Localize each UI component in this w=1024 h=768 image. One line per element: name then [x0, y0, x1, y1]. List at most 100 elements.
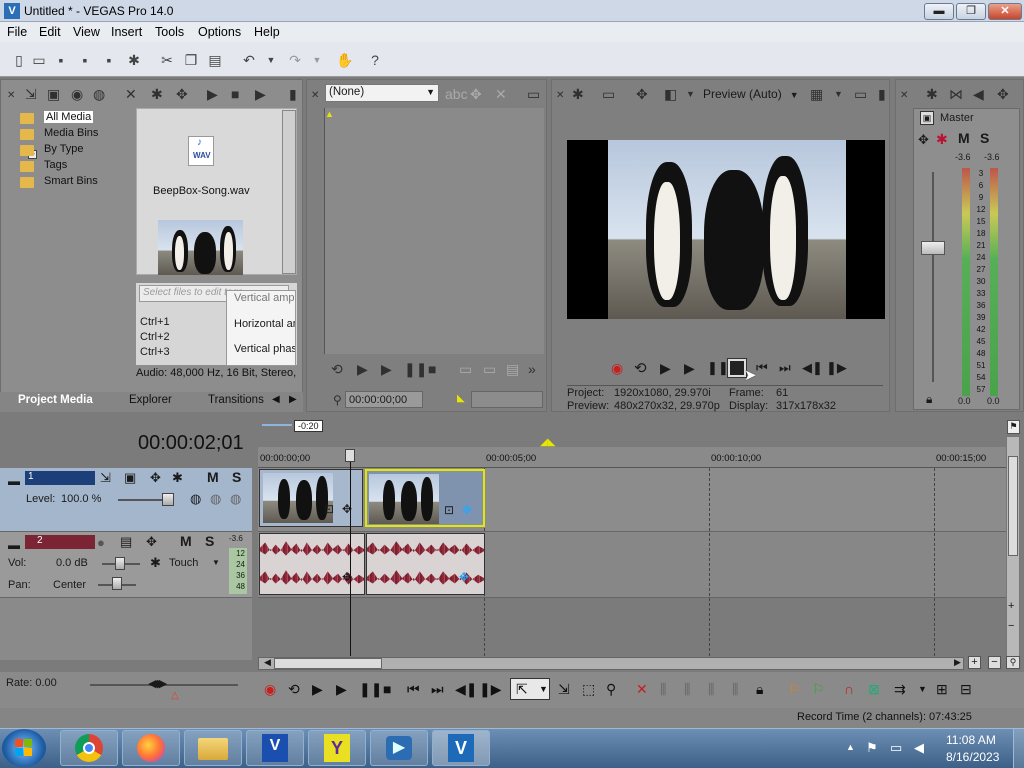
selection-tool-icon[interactable]: ⬚ — [582, 681, 595, 697]
close-preview-icon[interactable]: ✕ — [556, 88, 564, 104]
tree-item-tags[interactable]: Tags — [20, 159, 67, 172]
play-icon[interactable]: ▶ — [684, 360, 695, 377]
trimmer-timecode[interactable]: 00:00:00;00 — [345, 391, 423, 408]
level-slider-handle[interactable] — [162, 493, 174, 506]
pan-slider-handle[interactable] — [112, 577, 122, 590]
zoom-out-vertical-icon[interactable]: − — [1008, 620, 1014, 632]
play-media-icon[interactable]: ▶ — [207, 86, 218, 102]
menu-file[interactable]: File — [7, 25, 27, 39]
volume-muted-icon[interactable]: ◀ — [914, 740, 924, 756]
trimmer-options-icon[interactable]: ▭ — [527, 86, 540, 102]
event-grouping-icon[interactable]: ⊞ — [936, 681, 948, 697]
track-number[interactable]: 1 — [25, 471, 95, 485]
collapse-track-icon[interactable]: ▬ — [8, 538, 20, 552]
master-fader-handle[interactable] — [921, 241, 945, 255]
lock-icon[interactable]: 🔒︎ — [926, 392, 932, 407]
tree-item-smart-bins[interactable]: Smart Bins — [20, 175, 98, 188]
pause-icon[interactable]: ❚❚ — [404, 361, 427, 377]
event-fx-icon[interactable]: ✥ — [462, 503, 472, 517]
scroll-right-icon[interactable]: ▶ — [954, 657, 961, 668]
go-to-start-icon[interactable]: ⏮ — [407, 681, 420, 697]
tab-scroll-left-icon[interactable]: ◀ — [272, 394, 280, 405]
import-media-icon[interactable]: ⇲ — [25, 86, 37, 102]
track-mute-button[interactable]: M — [180, 533, 192, 549]
auto-preview-icon[interactable]: ▶ — [255, 86, 266, 102]
effect-preset[interactable]: Horizontal am — [234, 318, 295, 330]
menu-options[interactable]: Options — [198, 25, 241, 39]
collapse-track-icon[interactable]: ▬ — [8, 474, 20, 488]
rate-slider-handle[interactable]: ◀◆▶ — [148, 677, 167, 690]
track-motion-icon[interactable]: ✥ — [146, 534, 157, 550]
zoom-out-icon[interactable]: − — [988, 656, 1001, 669]
track-motion-icon[interactable]: ⇲ — [100, 470, 111, 486]
video-fx-icon[interactable]: ◧ — [664, 86, 677, 102]
trimmer-media-dropdown[interactable]: (None) ▼ — [325, 84, 439, 102]
mixer-properties-icon[interactable]: ✱ — [926, 86, 938, 102]
trimmer-selection-length[interactable] — [471, 391, 543, 408]
media-properties-icon[interactable]: ✱ — [151, 86, 163, 102]
trim-end-icon[interactable]: ⫼ — [708, 681, 714, 697]
play-from-start-icon[interactable]: ▶ — [312, 681, 323, 697]
audio-clip-2[interactable]: ✥ — [366, 533, 485, 595]
ripple-dropdown-icon[interactable]: ▼ — [918, 681, 927, 697]
close-mixer-icon[interactable]: ✕ — [900, 88, 908, 104]
master-solo-button[interactable]: S — [980, 130, 989, 146]
more-preview-icon[interactable]: ▮ — [878, 86, 886, 102]
preview-quality-dropdown[interactable]: Preview (Auto) ▼ — [703, 87, 799, 101]
tree-item-media-bins[interactable]: Media Bins — [20, 127, 98, 140]
properties-icon[interactable]: ✱ — [125, 51, 143, 69]
child-mode-icon[interactable]: ◍ — [230, 491, 241, 507]
tray-expand-icon[interactable]: ▲ — [846, 742, 855, 752]
horizontal-scroll-thumb[interactable] — [274, 658, 382, 669]
save-as-icon[interactable]: ▪ — [76, 51, 94, 69]
split-screen-icon[interactable]: ✥ — [636, 86, 648, 102]
time-ruler[interactable]: 00:00:00;00 00:00:05;00 00:00:10;00 00:0… — [258, 447, 1006, 468]
event-fx-icon[interactable]: ✥ — [459, 570, 469, 584]
automation-mode[interactable]: Touch — [169, 557, 198, 569]
scroll-left-icon[interactable]: ◀ — [264, 657, 271, 668]
wav-file-icon[interactable]: ♪ WAV — [188, 136, 214, 166]
track-solo-button[interactable]: S — [205, 533, 214, 549]
cut-icon[interactable]: ✂ — [158, 51, 176, 69]
tree-item-by-type[interactable]: By Type — [20, 143, 84, 156]
copy-snapshot-icon[interactable]: ▭ — [854, 86, 867, 102]
loop-region-bar[interactable] — [262, 424, 292, 426]
tool-dropdown-icon[interactable]: ▼ — [539, 681, 548, 697]
loop-icon[interactable]: ⟲ — [331, 361, 343, 377]
downmix-icon[interactable]: ⋈ — [949, 86, 963, 102]
clock-date[interactable]: 8/16/2023 — [946, 750, 999, 764]
vegas-app-icon[interactable]: V — [4, 3, 20, 19]
play-icon[interactable]: ▶ — [336, 681, 347, 697]
close-button[interactable]: ✕ — [988, 3, 1022, 20]
go-to-end-icon[interactable]: ⏭ — [431, 681, 444, 697]
media-scrollbar[interactable] — [282, 110, 296, 274]
go-to-end-icon[interactable]: ⏭ — [779, 360, 791, 376]
stop-media-icon[interactable]: ■ — [231, 86, 239, 102]
playhead-cursor[interactable] — [350, 450, 351, 656]
marker-flag-icon[interactable]: ⚑ — [1007, 420, 1020, 434]
master-properties-icon[interactable]: ✱ — [936, 131, 948, 148]
track-fx-icon[interactable]: ▤ — [120, 534, 132, 550]
maximize-button[interactable]: ❐ — [956, 3, 986, 20]
redo-dropdown-icon[interactable]: ▼ — [308, 51, 326, 69]
save-icon[interactable]: ▪ — [52, 51, 70, 69]
effect-preset[interactable]: Vertical ampli — [234, 292, 295, 304]
master-fx-icon[interactable]: ✥ — [918, 132, 929, 148]
taskbar-yeah[interactable]: Y — [308, 730, 366, 766]
insert-marker-icon[interactable]: ⚐ — [788, 681, 801, 697]
tab-project-media[interactable]: Project Media — [18, 394, 93, 406]
trim-start-icon[interactable]: ⫼ — [684, 681, 690, 697]
overlays-dropdown-icon[interactable]: ▼ — [834, 86, 843, 102]
track-solo-button[interactable]: S — [232, 469, 241, 485]
menu-view[interactable]: View — [73, 25, 100, 39]
automation-settings-icon[interactable]: ✱ — [150, 555, 161, 571]
insert-icon[interactable]: ▤ — [506, 361, 519, 377]
menu-edit[interactable]: Edit — [39, 25, 61, 39]
taskbar-media-player[interactable]: ▶ — [370, 730, 428, 766]
add-to-timeline-icon[interactable]: ▭ — [459, 361, 472, 377]
get-media-icon[interactable]: ◉ — [71, 86, 83, 102]
event-pan-crop-icon[interactable]: ⊡ — [324, 502, 334, 516]
more-options-icon[interactable]: » — [528, 361, 536, 377]
media-generators-icon[interactable]: ✥ — [176, 86, 188, 102]
go-to-start-icon[interactable]: ⏮ — [756, 360, 768, 376]
